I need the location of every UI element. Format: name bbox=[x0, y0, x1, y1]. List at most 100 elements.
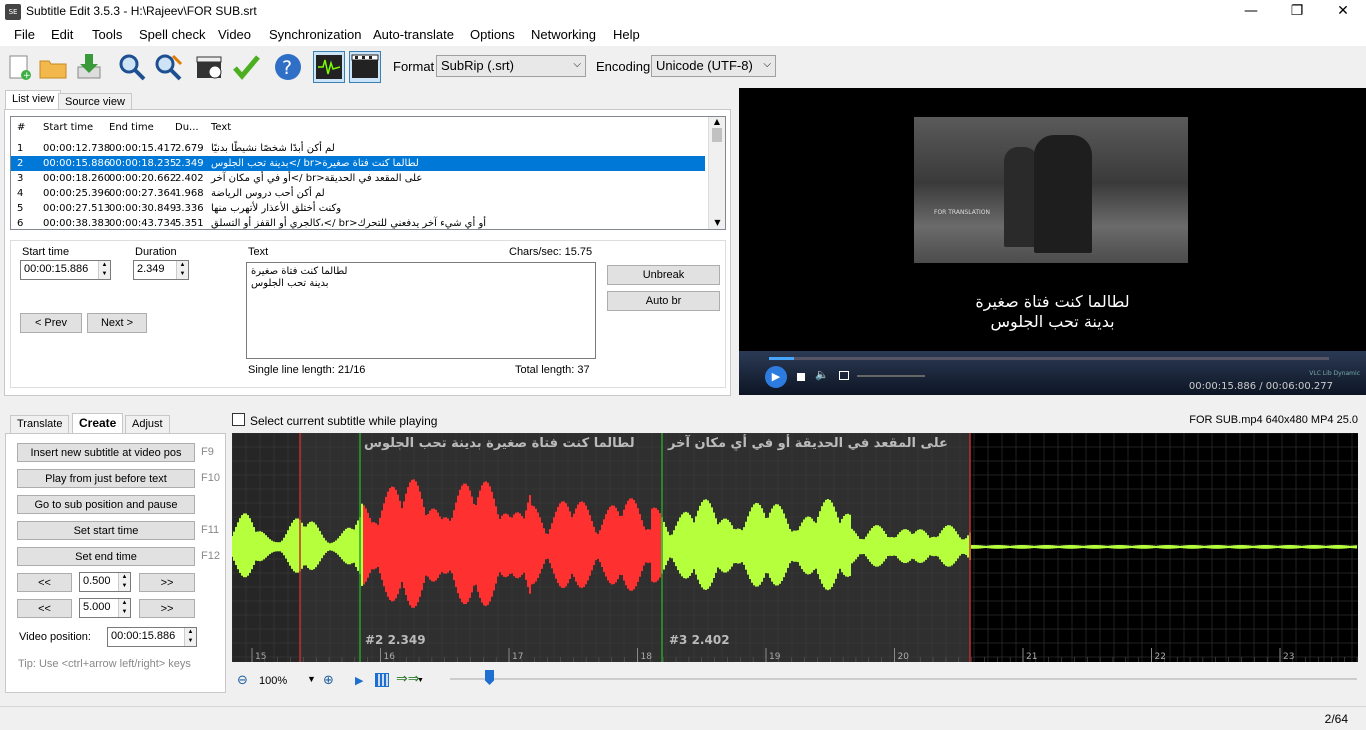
options-dropdown-icon[interactable]: ▼ bbox=[417, 677, 424, 684]
seek-forward-large-button[interactable]: >> bbox=[139, 599, 195, 618]
tab-create[interactable]: Create bbox=[72, 413, 124, 433]
set-start-time-button[interactable]: Set start time bbox=[17, 521, 195, 540]
fullscreen-icon[interactable] bbox=[839, 371, 849, 380]
col-duration[interactable]: Du... bbox=[175, 122, 199, 133]
new-file-icon[interactable]: + bbox=[3, 51, 35, 83]
waveform-canvas[interactable]: 15 16 17 18 19 20 21 22 23 bbox=[232, 433, 1358, 662]
menu-networking[interactable]: Networking bbox=[531, 27, 596, 42]
save-download-icon[interactable] bbox=[73, 51, 105, 83]
spin-arrows-icon[interactable]: ▲ ▼ bbox=[98, 261, 110, 279]
video-seek-bar[interactable] bbox=[769, 357, 1329, 360]
spin-arrows-icon[interactable]: ▲ ▼ bbox=[118, 573, 130, 591]
seek-forward-small-button[interactable]: >> bbox=[139, 573, 195, 592]
small-step-input[interactable]: 0.500 ▲ ▼ bbox=[79, 572, 131, 592]
play-selection-icon[interactable]: ▶ bbox=[355, 674, 363, 687]
zoom-value[interactable]: 100% bbox=[259, 675, 287, 687]
status-bar: 2/64 bbox=[0, 706, 1366, 730]
replace-icon[interactable] bbox=[152, 51, 184, 83]
zoom-out-icon[interactable]: ⊖ bbox=[237, 673, 248, 688]
minimize-button[interactable]: — bbox=[1228, 0, 1274, 24]
spectrogram-icon[interactable] bbox=[375, 673, 389, 687]
col-end-time[interactable]: End time bbox=[109, 122, 154, 133]
subtitle-text-editor[interactable]: لطالما كنت فتاة صغيرة بدينة تحب الجلوس bbox=[246, 262, 596, 359]
insert-subtitle-button[interactable]: Insert new subtitle at video pos bbox=[17, 443, 195, 462]
help-icon[interactable]: ? bbox=[272, 51, 304, 83]
spin-arrows-icon[interactable]: ▲ ▼ bbox=[118, 599, 130, 617]
spin-arrows-icon[interactable]: ▲ ▼ bbox=[184, 628, 196, 646]
waveform[interactable]: 15 16 17 18 19 20 21 22 23 لطالما كنت فتاة صغيرة… bbox=[232, 433, 1358, 662]
spell-check-icon[interactable] bbox=[230, 51, 262, 83]
scroll-down-icon[interactable]: ▼ bbox=[709, 218, 725, 227]
seek-back-small-button[interactable]: << bbox=[17, 573, 72, 592]
scroll-up-icon[interactable]: ▲ bbox=[709, 117, 725, 126]
menu-video[interactable]: Video bbox=[218, 27, 251, 42]
waveform-sub2-text: لطالما كنت فتاة صغيرة بدينة تحب الجلوس bbox=[364, 436, 635, 451]
waveform-toggle-icon[interactable] bbox=[313, 51, 345, 83]
position-slider-thumb[interactable] bbox=[485, 670, 494, 685]
find-icon[interactable] bbox=[116, 51, 148, 83]
forward-arrows-icon[interactable]: ⇒⇒ bbox=[396, 671, 419, 687]
cell-start: 00:00:27.513 bbox=[43, 203, 111, 214]
select-while-playing-checkbox[interactable] bbox=[232, 413, 245, 426]
table-row[interactable]: 3 00:00:18.260 00:00:20.662 2.402 على المقعد… bbox=[11, 171, 705, 186]
position-slider[interactable] bbox=[450, 678, 1357, 680]
cell-text: على المقعد في الحديقة<br />أو في أي مكان… bbox=[211, 173, 423, 184]
duration-input[interactable]: 2.349 ▲ ▼ bbox=[133, 260, 189, 280]
grid-scrollbar[interactable]: ▲ ▼ bbox=[708, 117, 725, 229]
menu-help[interactable]: Help bbox=[613, 27, 640, 42]
encoding-select[interactable]: Unicode (UTF-8) ⌵ bbox=[651, 55, 776, 77]
col-text[interactable]: Text bbox=[211, 122, 231, 133]
cell-dur: 1.968 bbox=[175, 188, 204, 199]
table-row[interactable]: 1 00:00:12.738 00:00:15.417 2.679 لم أكن أبد… bbox=[11, 141, 705, 156]
video-player[interactable]: FOR TRANSLATION لطالما كنت فتاة صغيرة بد… bbox=[739, 88, 1366, 395]
tab-translate[interactable]: Translate bbox=[10, 415, 70, 433]
tab-list-view[interactable]: List view bbox=[5, 90, 62, 110]
subtitle-grid[interactable]: # Start time End time Du... Text 1 00:00:… bbox=[10, 116, 726, 230]
zoom-dropdown-icon[interactable]: ▼ bbox=[307, 674, 316, 684]
cell-start: 00:00:15.886 bbox=[43, 158, 111, 169]
large-step-input[interactable]: 5.000 ▲ ▼ bbox=[79, 598, 131, 618]
visual-sync-icon[interactable] bbox=[194, 51, 226, 83]
media-info: FOR SUB.mp4 640x480 MP4 25.0 bbox=[1189, 414, 1358, 426]
menu-synchronization[interactable]: Synchronization bbox=[269, 27, 362, 42]
menu-file[interactable]: File bbox=[14, 27, 35, 42]
table-row[interactable]: 2 00:00:15.886 00:00:18.235 2.349 لطالما كنت… bbox=[11, 156, 705, 171]
subtitle-line-1: لطالما كنت فتاة صغيرة bbox=[975, 292, 1130, 311]
start-time-input[interactable]: 00:00:15.886 ▲ ▼ bbox=[20, 260, 111, 280]
stop-icon[interactable] bbox=[797, 373, 805, 381]
menu-auto-translate[interactable]: Auto-translate bbox=[373, 27, 454, 42]
unbreak-button[interactable]: Unbreak bbox=[607, 265, 720, 285]
table-row[interactable]: 6 00:00:38.383 00:00:43.734 5.351 أو أي شيء … bbox=[11, 216, 705, 229]
menu-edit[interactable]: Edit bbox=[51, 27, 73, 42]
zoom-in-icon[interactable]: ⊕ bbox=[323, 673, 334, 688]
format-select[interactable]: SubRip (.srt) ⌵ bbox=[436, 55, 586, 77]
goto-sub-pause-button[interactable]: Go to sub position and pause bbox=[17, 495, 195, 514]
table-row[interactable]: 5 00:00:27.513 00:00:30.849 3.336 وكنت أختلق… bbox=[11, 201, 705, 216]
open-folder-icon[interactable] bbox=[37, 51, 69, 83]
cell-start: 00:00:18.260 bbox=[43, 173, 111, 184]
set-end-time-button[interactable]: Set end time bbox=[17, 547, 195, 566]
cell-end: 00:00:18.235 bbox=[109, 158, 177, 169]
table-row[interactable]: 4 00:00:25.396 00:00:27.364 1.968 لم أكن أحب… bbox=[11, 186, 705, 201]
prev-button[interactable]: < Prev bbox=[20, 313, 82, 333]
col-number[interactable]: # bbox=[17, 122, 25, 133]
seek-back-large-button[interactable]: << bbox=[17, 599, 72, 618]
close-button[interactable]: ✕ bbox=[1320, 0, 1366, 24]
volume-slider[interactable] bbox=[857, 375, 925, 377]
spin-arrows-icon[interactable]: ▲ ▼ bbox=[176, 261, 188, 279]
volume-icon[interactable]: 🔈 bbox=[815, 368, 829, 381]
video-toggle-icon[interactable] bbox=[349, 51, 381, 83]
play-icon[interactable]: ▶ bbox=[765, 366, 787, 388]
next-button[interactable]: Next > bbox=[87, 313, 147, 333]
auto-br-button[interactable]: Auto br bbox=[607, 291, 720, 311]
play-before-text-button[interactable]: Play from just before text bbox=[17, 469, 195, 488]
menu-spell-check[interactable]: Spell check bbox=[139, 27, 205, 42]
tab-adjust[interactable]: Adjust bbox=[125, 415, 170, 433]
menu-tools[interactable]: Tools bbox=[92, 27, 122, 42]
col-start-time[interactable]: Start time bbox=[43, 122, 93, 133]
restore-button[interactable]: ❐ bbox=[1274, 0, 1320, 24]
scroll-thumb[interactable] bbox=[712, 128, 722, 142]
menu-options[interactable]: Options bbox=[470, 27, 515, 42]
video-position-input[interactable]: 00:00:15.886 ▲ ▼ bbox=[107, 627, 197, 647]
video-position-label: Video position: bbox=[19, 631, 91, 643]
